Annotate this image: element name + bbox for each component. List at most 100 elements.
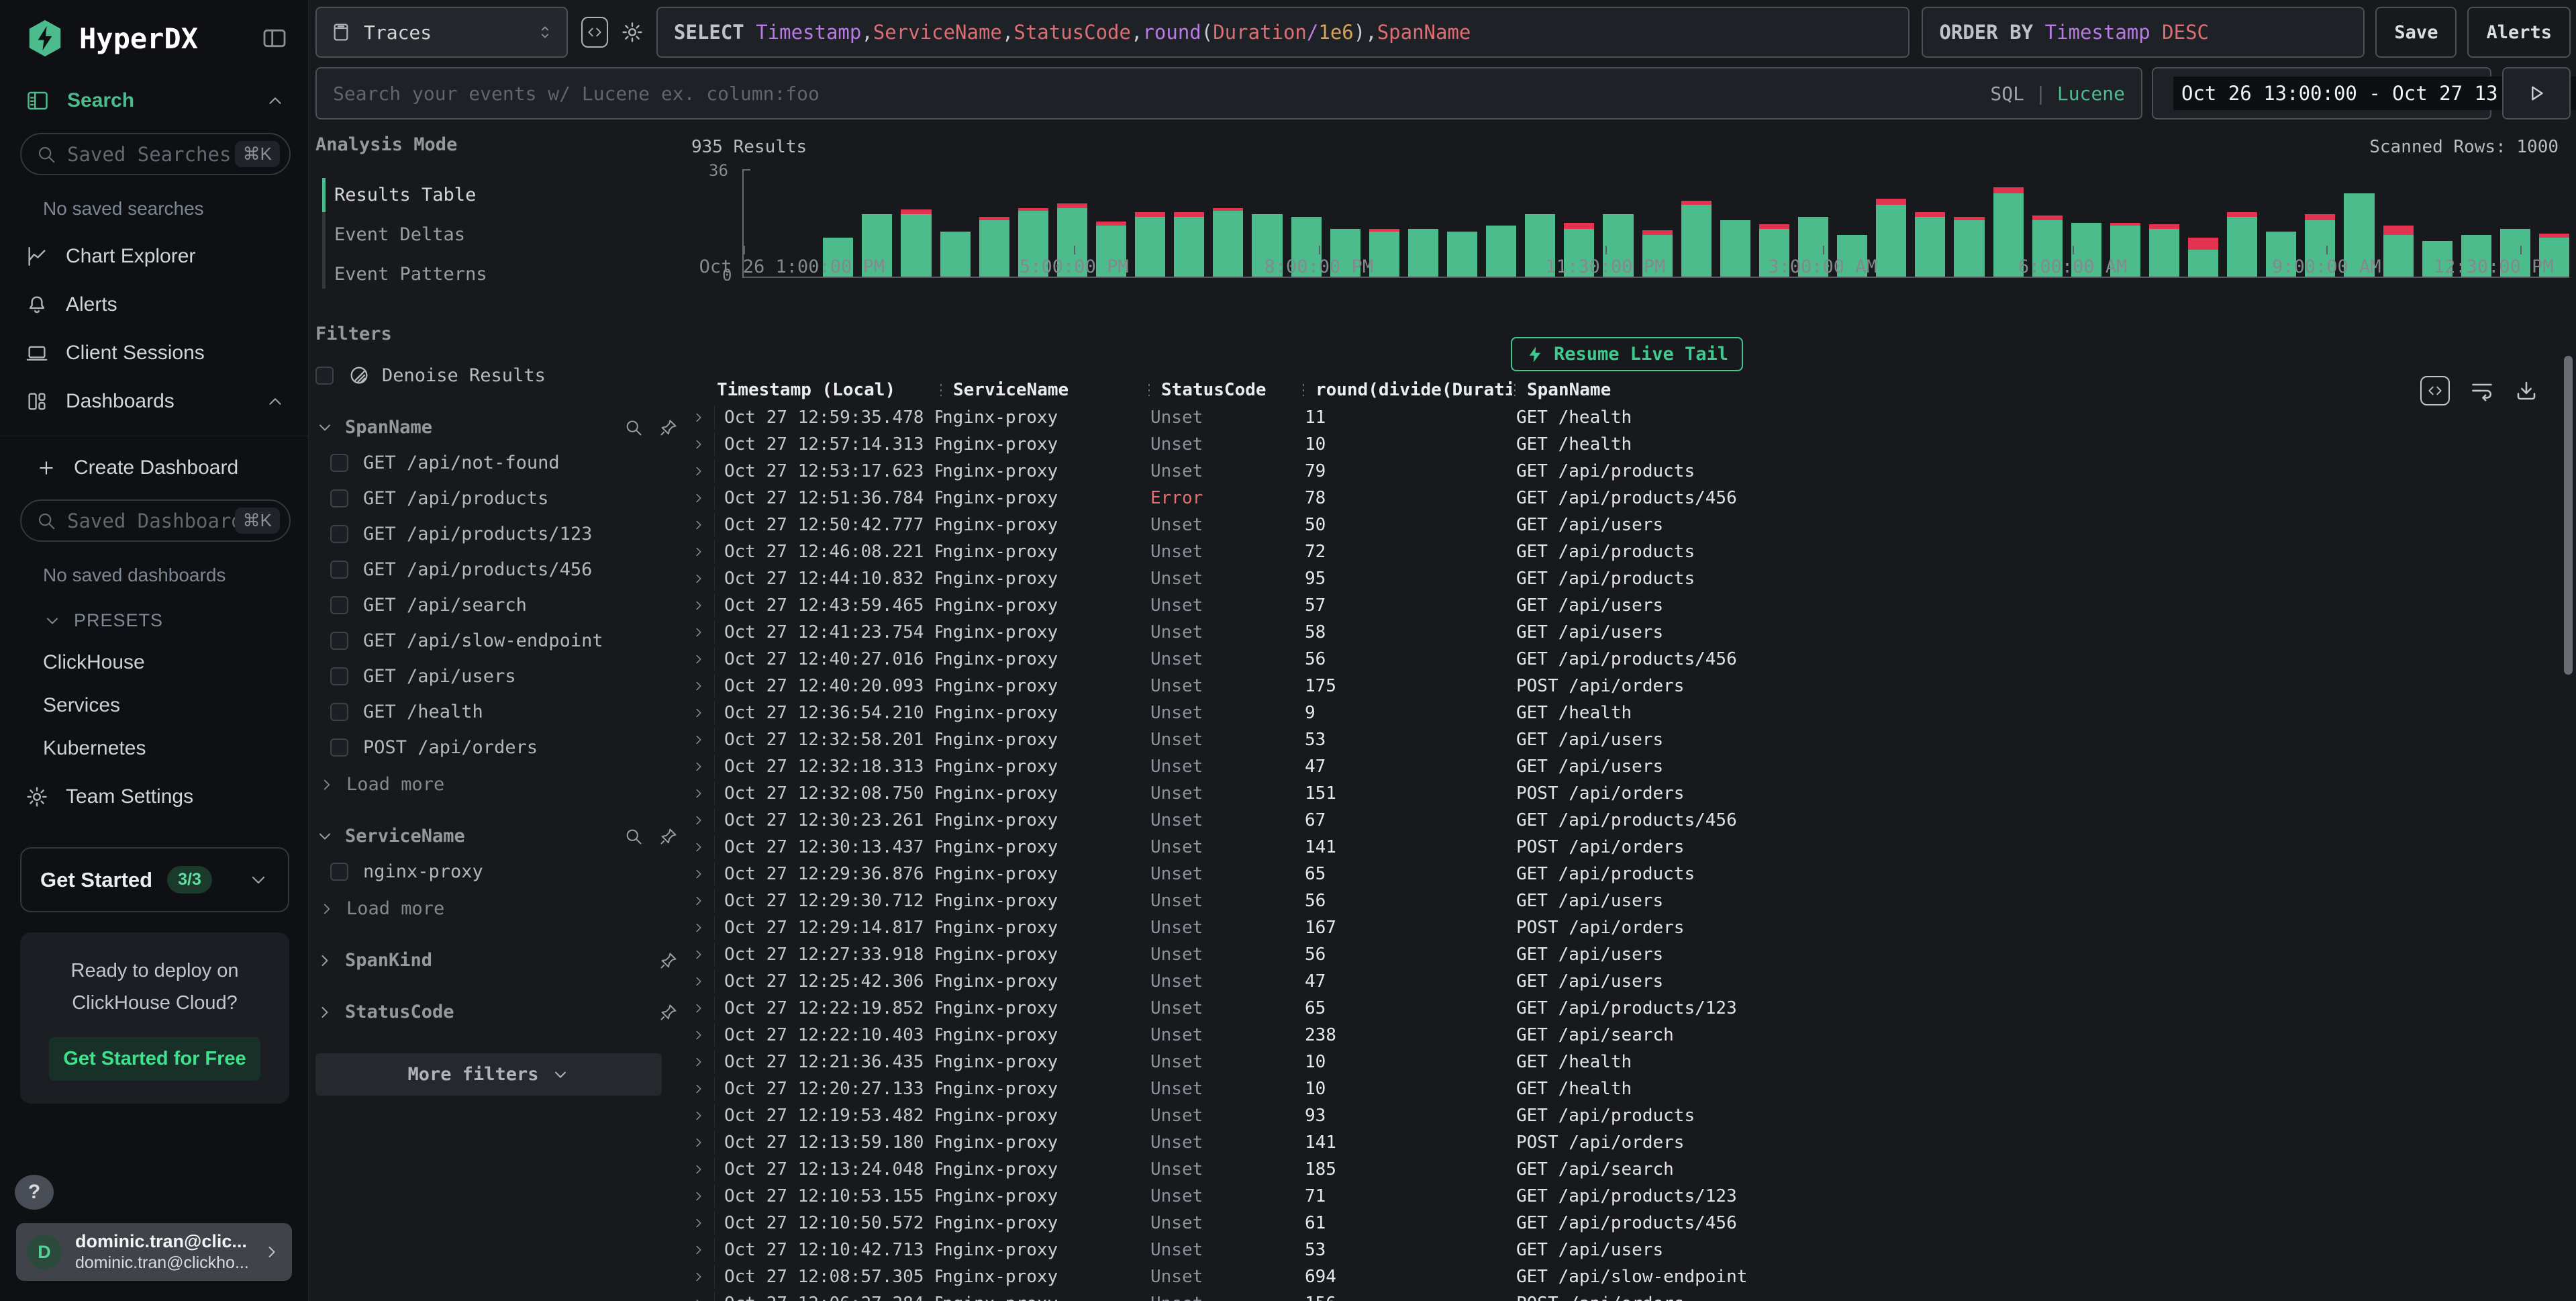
table-row[interactable]: Oct 27 12:10:50.572 PM nginx-proxy Unset… [678, 1210, 2576, 1237]
facet-option[interactable]: GET /health [315, 702, 678, 722]
facet-option-checkbox[interactable] [330, 738, 348, 757]
table-row[interactable]: Oct 27 12:25:42.306 PM nginx-proxy Unset… [678, 968, 2576, 995]
sidebar-item-chart-explorer[interactable]: Chart Explorer [0, 245, 308, 268]
row-expand-icon[interactable] [691, 1216, 707, 1231]
table-row[interactable]: Oct 27 12:50:42.777 PM nginx-proxy Unset… [678, 512, 2576, 538]
row-expand-icon[interactable] [691, 920, 707, 935]
table-row[interactable]: Oct 27 12:57:14.313 PM nginx-proxy Unset… [678, 431, 2576, 458]
row-expand-icon[interactable] [691, 974, 707, 989]
facet-option[interactable]: POST /api/orders [315, 737, 678, 758]
presets-header[interactable]: PRESETS [0, 610, 308, 631]
row-expand-icon[interactable] [691, 410, 707, 425]
order-by-input[interactable]: ORDER BY Timestamp DESC [1922, 7, 2365, 58]
servicename-load-more[interactable]: Load more [315, 898, 678, 919]
row-expand-icon[interactable] [691, 625, 707, 640]
row-expand-icon[interactable] [691, 571, 707, 586]
column-header-duration[interactable]: round(divide(Duration, [1301, 380, 1512, 400]
user-menu[interactable]: D dominic.tran@clic... dominic.tran@clic… [16, 1223, 292, 1281]
pin-icon[interactable] [659, 951, 678, 970]
saved-dashboards-input[interactable]: ⌘K [20, 499, 291, 542]
column-header-timestamp[interactable]: Timestamp (Local) [717, 380, 938, 400]
facet-option[interactable]: GET /api/users [315, 666, 678, 687]
save-button[interactable]: Save [2375, 7, 2457, 58]
code-mode-button[interactable] [576, 7, 613, 58]
analysis-mode-option[interactable]: Event Deltas [334, 215, 678, 254]
facet-option-checkbox[interactable] [330, 561, 348, 579]
facet-option[interactable]: nginx-proxy [315, 861, 678, 882]
row-expand-icon[interactable] [691, 813, 707, 828]
table-row[interactable]: Oct 27 12:29:36.876 PM nginx-proxy Unset… [678, 861, 2576, 887]
row-expand-icon[interactable] [691, 1296, 707, 1301]
table-row[interactable]: Oct 27 12:36:54.210 PM nginx-proxy Unset… [678, 700, 2576, 726]
denoise-results-row[interactable]: Denoise Results [315, 365, 678, 386]
run-query-button[interactable] [2502, 67, 2571, 119]
sidebar-item-client-sessions[interactable]: Client Sessions [0, 342, 308, 365]
table-row[interactable]: Oct 27 12:51:36.784 PM nginx-proxy Error… [678, 485, 2576, 512]
facet-option-checkbox[interactable] [330, 596, 348, 614]
select-clause-input[interactable]: SELECT Timestamp,ServiceName,StatusCode,… [656, 7, 1910, 58]
table-row[interactable]: Oct 27 12:10:53.155 PM nginx-proxy Unset… [678, 1183, 2576, 1210]
denoise-checkbox[interactable] [315, 367, 334, 385]
table-row[interactable]: Oct 27 12:53:17.623 PM nginx-proxy Unset… [678, 458, 2576, 485]
table-scrollbar[interactable] [2564, 356, 2573, 675]
pin-icon[interactable] [659, 827, 678, 846]
facet-spankind-header[interactable]: SpanKind [315, 950, 678, 971]
row-expand-icon[interactable] [691, 1243, 707, 1257]
table-row[interactable]: Oct 27 12:06:27.284 PM nginx-proxy Unset… [678, 1290, 2576, 1301]
table-row[interactable]: Oct 27 12:08:57.305 PM nginx-proxy Unset… [678, 1263, 2576, 1290]
row-expand-icon[interactable] [691, 1162, 707, 1177]
row-expand-icon[interactable] [691, 706, 707, 720]
table-row[interactable]: Oct 27 12:59:35.478 PM nginx-proxy Unset… [678, 404, 2576, 431]
sidebar-item-team-settings[interactable]: Team Settings [0, 785, 308, 808]
saved-searches-field[interactable] [67, 143, 235, 166]
table-row[interactable]: Oct 27 12:46:08.221 PM nginx-proxy Unset… [678, 538, 2576, 565]
saved-dashboards-field[interactable] [67, 510, 235, 532]
table-row[interactable]: Oct 27 12:43:59.465 PM nginx-proxy Unset… [678, 592, 2576, 619]
row-expand-icon[interactable] [691, 518, 707, 532]
row-expand-icon[interactable] [691, 947, 707, 962]
table-row[interactable]: Oct 27 12:32:18.313 PM nginx-proxy Unset… [678, 753, 2576, 780]
create-dashboard-button[interactable]: Create Dashboard [0, 456, 308, 479]
preset-item[interactable]: Services [0, 694, 308, 717]
column-header-statuscode[interactable]: StatusCode [1146, 380, 1301, 400]
facet-servicename-header[interactable]: ServiceName [315, 826, 678, 847]
row-expand-icon[interactable] [691, 598, 707, 613]
chevron-down-icon[interactable] [248, 869, 269, 891]
facet-option[interactable]: GET /api/products/123 [315, 524, 678, 544]
spanname-load-more[interactable]: Load more [315, 774, 678, 795]
pin-icon[interactable] [659, 418, 678, 437]
get-started-free-button[interactable]: Get Started for Free [49, 1037, 260, 1081]
resume-live-tail-button[interactable]: Resume Live Tail [1511, 337, 1743, 371]
row-expand-icon[interactable] [691, 544, 707, 559]
row-expand-icon[interactable] [691, 1135, 707, 1150]
table-row[interactable]: Oct 27 12:44:10.832 PM nginx-proxy Unset… [678, 565, 2576, 592]
row-expand-icon[interactable] [691, 759, 707, 774]
table-row[interactable]: Oct 27 12:22:10.403 PM nginx-proxy Unset… [678, 1022, 2576, 1049]
table-row[interactable]: Oct 27 12:13:59.180 PM nginx-proxy Unset… [678, 1129, 2576, 1156]
row-expand-icon[interactable] [691, 652, 707, 667]
row-expand-icon[interactable] [691, 786, 707, 801]
facet-option[interactable]: GET /api/products/456 [315, 559, 678, 580]
row-expand-icon[interactable] [691, 1189, 707, 1204]
table-row[interactable]: Oct 27 12:22:19.852 PM nginx-proxy Unset… [678, 995, 2576, 1022]
facet-option-checkbox[interactable] [330, 863, 348, 881]
row-expand-icon[interactable] [691, 1108, 707, 1123]
download-button[interactable] [2514, 379, 2538, 403]
facet-option-checkbox[interactable] [330, 454, 348, 472]
row-expand-icon[interactable] [691, 1055, 707, 1069]
table-row[interactable]: Oct 27 12:10:42.713 PM nginx-proxy Unset… [678, 1237, 2576, 1263]
facet-option[interactable]: GET /api/not-found [315, 452, 678, 473]
facet-option-checkbox[interactable] [330, 667, 348, 685]
get-started-card[interactable]: Get Started 3/3 [20, 847, 289, 912]
row-expand-icon[interactable] [691, 867, 707, 881]
row-expand-icon[interactable] [691, 1001, 707, 1016]
row-expand-icon[interactable] [691, 1028, 707, 1043]
facet-spanname-header[interactable]: SpanName [315, 417, 678, 438]
row-expand-icon[interactable] [691, 894, 707, 908]
row-expand-icon[interactable] [691, 840, 707, 855]
wrap-lines-button[interactable] [2470, 379, 2494, 403]
sidebar-item-search[interactable]: Search [0, 89, 308, 113]
column-header-servicename[interactable]: ServiceName [938, 380, 1146, 400]
table-row[interactable]: Oct 27 12:32:08.750 PM nginx-proxy Unset… [678, 780, 2576, 807]
table-row[interactable]: Oct 27 12:20:27.133 PM nginx-proxy Unset… [678, 1075, 2576, 1102]
